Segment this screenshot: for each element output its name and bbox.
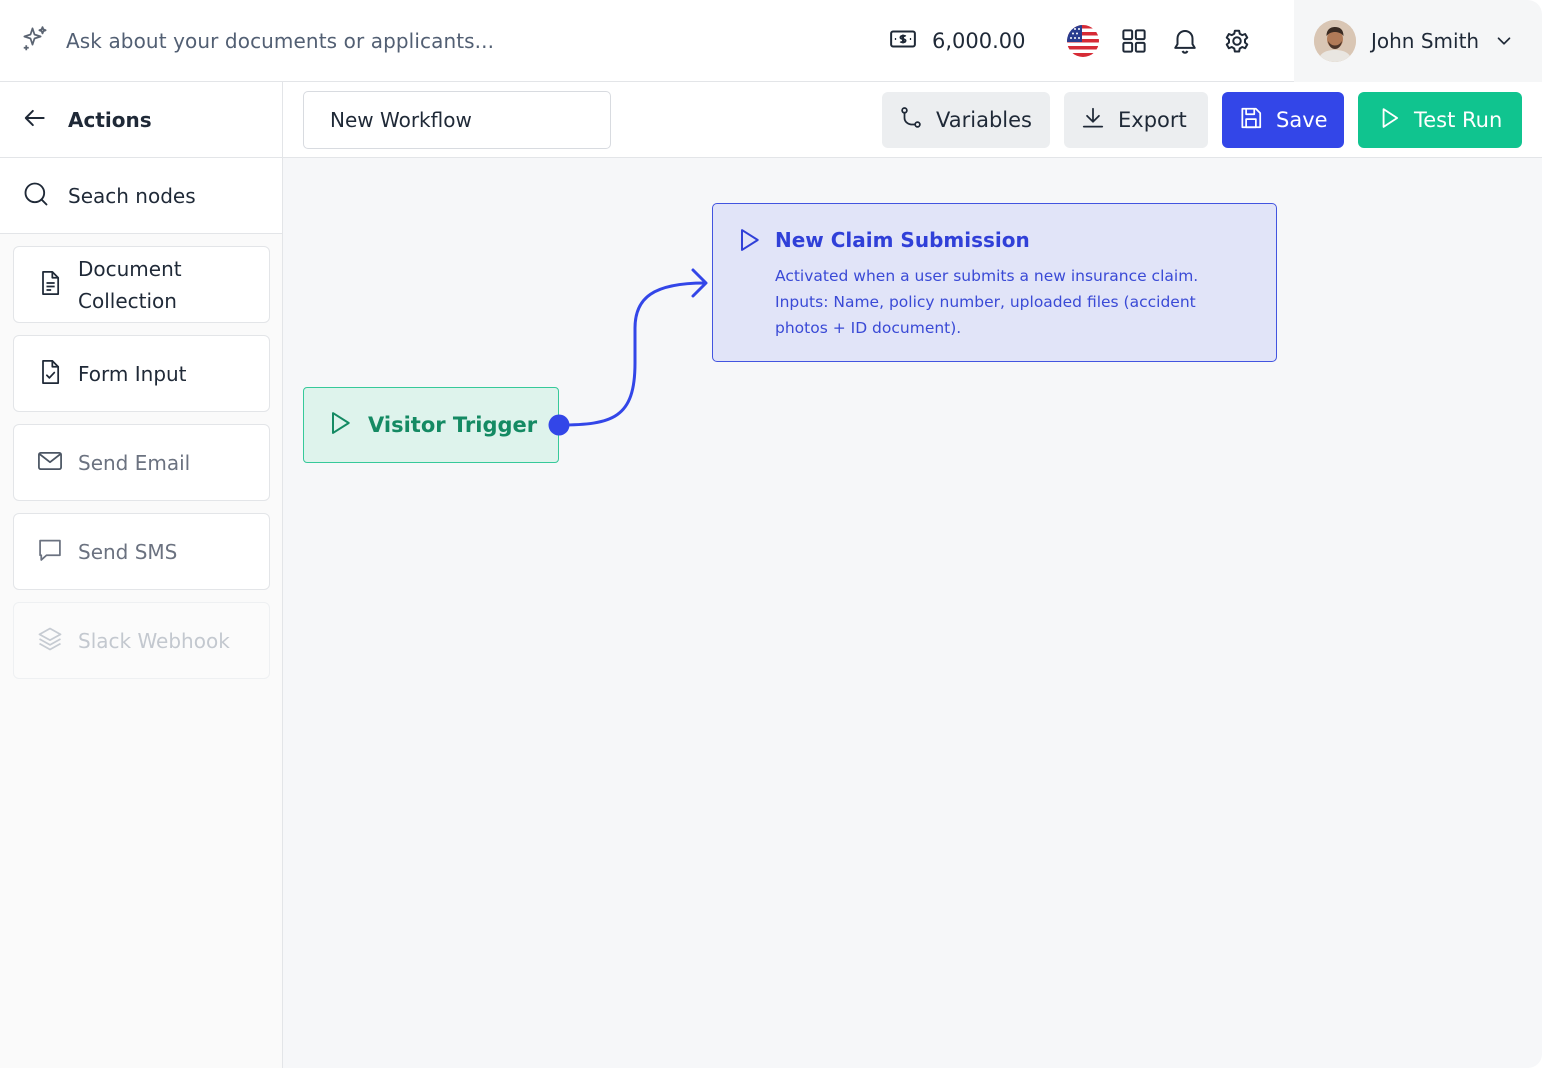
bell-icon[interactable] xyxy=(1168,24,1202,58)
node-label: Slack Webhook xyxy=(78,628,230,653)
search-placeholder: Seach nodes xyxy=(68,183,196,208)
trigger-node-label: Visitor Trigger xyxy=(368,413,538,437)
sidebar-title: Actions xyxy=(68,107,152,132)
node-label-line1: Document xyxy=(78,256,182,281)
export-button[interactable]: Export xyxy=(1064,92,1208,148)
save-icon xyxy=(1238,105,1264,136)
play-icon xyxy=(326,409,354,441)
claim-submission-node[interactable]: New Claim Submission Activated when a us… xyxy=(712,203,1277,362)
test-run-label: Test Run xyxy=(1414,108,1503,132)
file-check-icon xyxy=(36,358,64,390)
gear-icon[interactable] xyxy=(1220,24,1254,58)
ask-placeholder: Ask about your documents or applicants..… xyxy=(66,29,495,53)
variables-icon xyxy=(898,105,924,136)
ask-assistant-input[interactable]: Ask about your documents or applicants..… xyxy=(20,24,494,58)
workflow-name-input[interactable]: New Workflow xyxy=(303,91,611,149)
top-bar: Ask about your documents or applicants..… xyxy=(0,0,1542,82)
claim-node-title: New Claim Submission xyxy=(775,228,1030,252)
money-icon xyxy=(888,24,918,58)
workflow-toolbar: New Workflow Variables Export Save Test … xyxy=(283,82,1542,158)
export-label: Export xyxy=(1118,108,1187,132)
sparkles-icon xyxy=(20,24,50,58)
output-port-handle[interactable] xyxy=(547,413,571,437)
save-label: Save xyxy=(1276,108,1328,132)
app-window: Ask about your documents or applicants..… xyxy=(0,0,1542,1068)
play-icon xyxy=(1376,105,1402,136)
node-label-line2: Collection xyxy=(78,288,177,313)
arrow-left-icon[interactable] xyxy=(22,105,48,135)
node-item-form-input[interactable]: Form Input xyxy=(13,335,270,412)
document-icon xyxy=(36,269,64,301)
avatar xyxy=(1314,20,1356,62)
variables-button[interactable]: Variables xyxy=(882,92,1050,148)
credits-value: 6,000.00 xyxy=(932,29,1026,53)
node-item-send-sms[interactable]: Send SMS xyxy=(13,513,270,590)
credits-balance[interactable]: 6,000.00 xyxy=(888,24,1026,58)
chevron-down-icon xyxy=(1497,37,1511,45)
save-button[interactable]: Save xyxy=(1222,92,1344,148)
node-label: Form Input xyxy=(78,361,187,386)
apps-grid-icon[interactable] xyxy=(1117,24,1151,58)
search-nodes-input[interactable]: Seach nodes xyxy=(0,158,282,234)
node-label: Send SMS xyxy=(78,539,178,564)
sidebar-header: Actions xyxy=(0,82,282,158)
play-icon xyxy=(741,229,759,251)
node-item-document-collection[interactable]: Document Collection xyxy=(13,246,270,323)
node-item-send-email[interactable]: Send Email xyxy=(13,424,270,501)
mail-icon xyxy=(36,447,64,479)
visitor-trigger-node[interactable]: Visitor Trigger xyxy=(303,387,559,463)
variables-label: Variables xyxy=(936,108,1032,132)
node-label: Send Email xyxy=(78,450,191,475)
claim-node-description: Activated when a user submits a new insu… xyxy=(775,267,1199,337)
user-menu[interactable]: John Smith xyxy=(1294,0,1542,82)
download-icon xyxy=(1080,105,1106,136)
user-name: John Smith xyxy=(1371,29,1480,53)
node-item-slack-webhook[interactable]: Slack Webhook xyxy=(13,602,270,679)
message-icon xyxy=(36,536,64,568)
search-icon xyxy=(22,180,50,212)
test-run-button[interactable]: Test Run xyxy=(1358,92,1522,148)
workflow-canvas[interactable]: Visitor Trigger New Claim Submission Act… xyxy=(283,158,1542,1068)
layers-icon xyxy=(36,625,64,657)
us-flag-icon[interactable] xyxy=(1067,25,1099,57)
actions-sidebar: Actions Seach nodes Document Collection xyxy=(0,82,283,1068)
